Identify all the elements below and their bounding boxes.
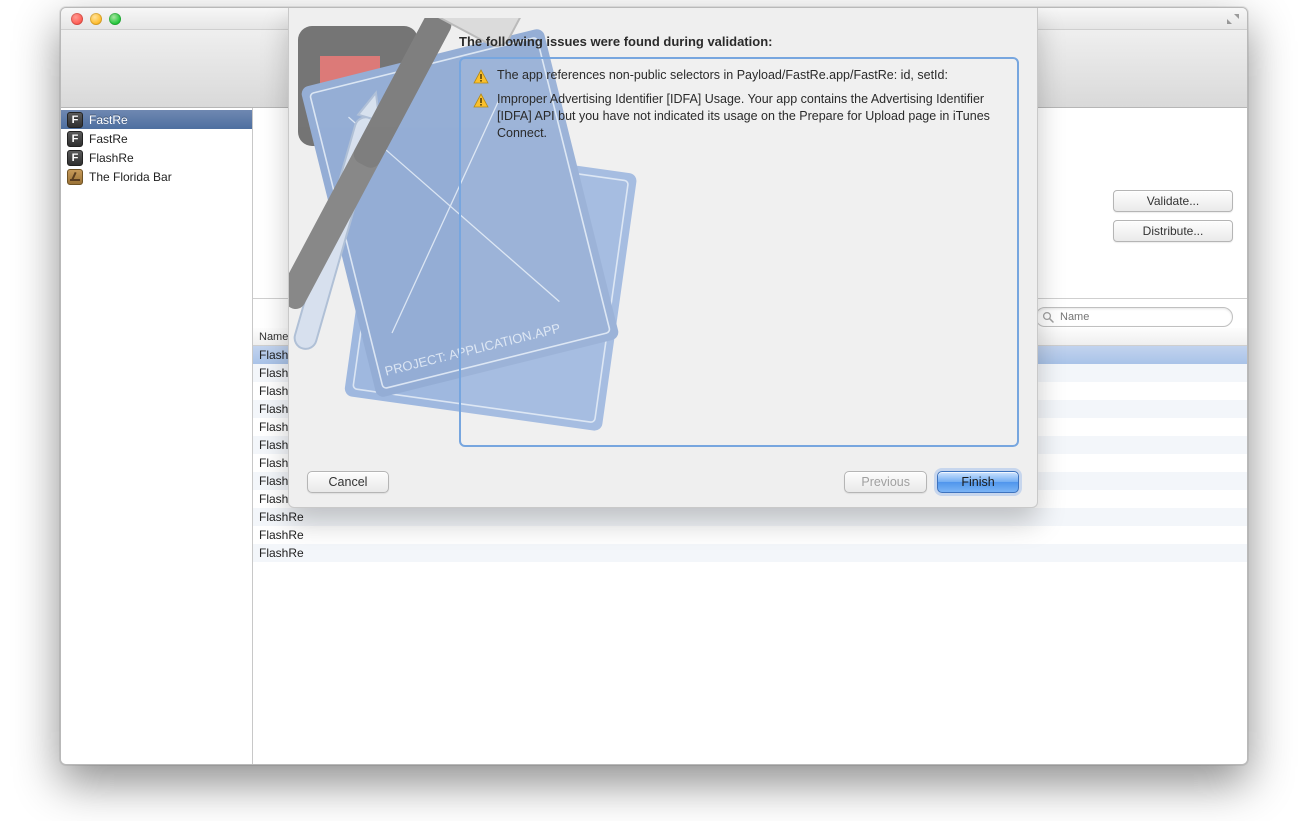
sidebar-item[interactable]: F FastRe: [61, 110, 252, 129]
validation-issue: Improper Advertising Identifier [IDFA] U…: [473, 91, 1005, 142]
sidebar: F FastRe F FastRe F FlashRe The Florida Bar: [61, 108, 253, 764]
sidebar-item-label: The Florida Bar: [89, 170, 172, 184]
sidebar-item-label: FastRe: [89, 132, 128, 146]
validation-title: The following issues were found during v…: [459, 34, 1017, 49]
cell-name: FlashRe: [253, 528, 513, 542]
validation-issue: The app references non-public selectors …: [473, 67, 1005, 85]
archive-actions: Validate... Distribute...: [1113, 190, 1233, 242]
search-input[interactable]: [1035, 307, 1233, 327]
table-row[interactable]: FlashRe: [253, 544, 1247, 562]
validation-sheet: PROJECT: APPLICATION.APP The follo: [288, 8, 1038, 508]
app-f-icon: F: [67, 131, 83, 147]
warning-icon: [473, 69, 489, 85]
distribute-button[interactable]: Distribute...: [1113, 220, 1233, 242]
app-f-icon: F: [67, 112, 83, 128]
search-icon: [1042, 311, 1054, 323]
app-f-icon: F: [67, 150, 83, 166]
table-row[interactable]: FlashRe: [253, 508, 1247, 526]
sidebar-item[interactable]: F FlashRe: [61, 148, 252, 167]
sidebar-item-label: FlashRe: [89, 151, 134, 165]
cancel-button[interactable]: Cancel: [307, 471, 389, 493]
sidebar-item[interactable]: F FastRe: [61, 129, 252, 148]
cell-name: FlashRe: [253, 510, 513, 524]
search-wrap: [1035, 307, 1233, 327]
sidebar-item[interactable]: The Florida Bar: [61, 167, 252, 186]
validate-button[interactable]: Validate...: [1113, 190, 1233, 212]
sheet-button-bar: Cancel Previous Finish: [289, 461, 1037, 507]
cell-name: FlashRe: [253, 546, 513, 560]
gavel-icon: [67, 169, 83, 185]
warning-icon: [473, 93, 489, 109]
fullscreen-icon[interactable]: [1227, 13, 1239, 25]
issue-text: Improper Advertising Identifier [IDFA] U…: [497, 91, 1005, 142]
finish-button[interactable]: Finish: [937, 471, 1019, 493]
validation-issues: The app references non-public selectors …: [459, 57, 1019, 447]
issue-text: The app references non-public selectors …: [497, 67, 948, 85]
sidebar-item-label: FastRe: [89, 113, 128, 127]
organizer-window: Organizer - Archives Devices Projects: [60, 7, 1248, 765]
previous-button[interactable]: Previous: [844, 471, 927, 493]
table-row[interactable]: FlashRe: [253, 526, 1247, 544]
